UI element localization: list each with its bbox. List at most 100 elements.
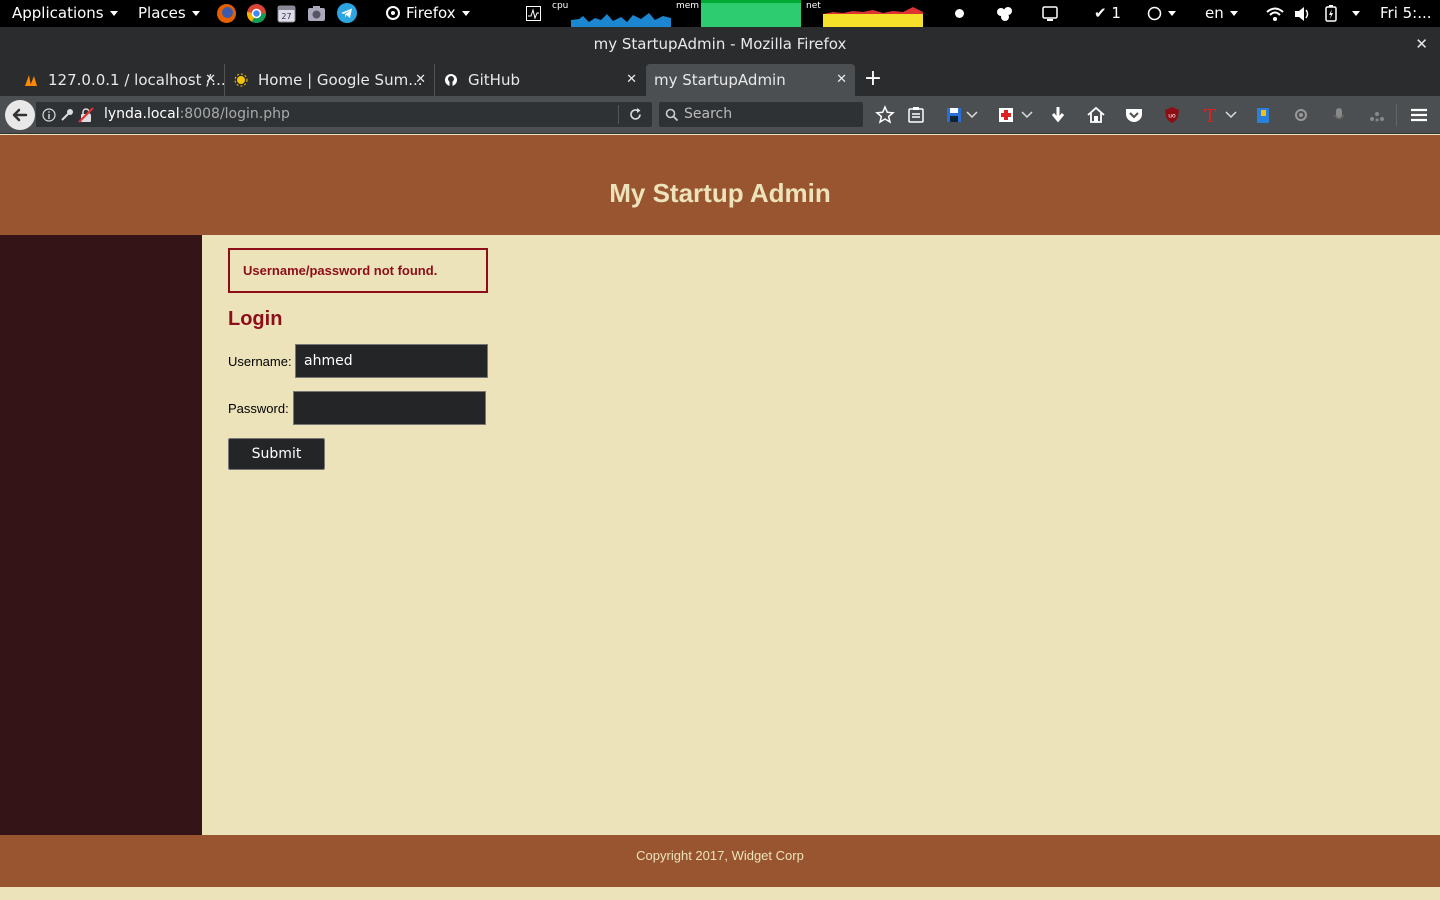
- volume-icon[interactable]: [1294, 6, 1312, 22]
- tab-google-sites[interactable]: Home | Google Sum... ✕: [226, 64, 435, 96]
- password-label: Password:: [228, 401, 289, 416]
- username-label: Username:: [228, 354, 292, 369]
- add-on-menu-chevron-icon[interactable]: [1020, 108, 1034, 122]
- net-label: net: [806, 1, 821, 11]
- tab-close-icon[interactable]: ✕: [626, 64, 637, 96]
- battery-icon[interactable]: [1325, 5, 1337, 22]
- github-favicon-icon: [445, 74, 457, 86]
- add-on-red-cross-icon[interactable]: [995, 104, 1017, 126]
- password-input[interactable]: [293, 391, 486, 425]
- chevron-down-icon: [191, 11, 200, 16]
- chevron-down-icon: [109, 11, 118, 16]
- error-message: Username/password not found.: [228, 248, 488, 293]
- reload-icon[interactable]: [628, 107, 643, 122]
- translate-t-icon[interactable]: T: [1199, 104, 1221, 126]
- updates-indicator[interactable]: ✔ 1: [1094, 0, 1121, 27]
- toolbar-divider: [1396, 104, 1397, 126]
- translate-menu-chevron-icon[interactable]: [1224, 108, 1238, 122]
- url-host: lynda.local: [104, 106, 180, 122]
- search-placeholder: Search: [684, 106, 733, 122]
- site-title: My Startup Admin: [609, 178, 831, 208]
- calendar-launcher-icon[interactable]: 27: [277, 4, 296, 23]
- svg-text:T: T: [1204, 106, 1216, 126]
- language-menu[interactable]: en: [1205, 0, 1238, 27]
- firefox-app-menu[interactable]: Firefox: [386, 0, 470, 27]
- chevron-down-icon: [461, 11, 470, 16]
- tab-close-icon[interactable]: ✕: [836, 64, 847, 96]
- status-menu[interactable]: [1147, 0, 1176, 27]
- updates-count: 1: [1111, 4, 1121, 22]
- url-text: lynda.local:8008/login.php: [104, 102, 290, 127]
- url-path: :8008/login.php: [179, 106, 290, 122]
- system-monitor-icon[interactable]: [526, 6, 541, 21]
- search-icon: [665, 108, 679, 122]
- cpu-graph: [571, 13, 671, 27]
- svg-text:27: 27: [281, 12, 291, 21]
- checkmark-icon: ✔: [1094, 4, 1107, 22]
- extension-gray-icon[interactable]: [1290, 104, 1312, 126]
- new-tab-button[interactable]: +: [863, 62, 883, 96]
- username-input[interactable]: [295, 344, 488, 378]
- tab-label: GitHub: [468, 71, 520, 89]
- tab-startupadmin[interactable]: my StartupAdmin ✕: [646, 64, 855, 96]
- save-page-menu-chevron-icon[interactable]: [965, 108, 979, 122]
- chrome-launcher-icon[interactable]: [246, 3, 267, 24]
- chevron-down-icon: [1229, 11, 1238, 16]
- mem-graph: [701, 0, 801, 27]
- chevron-down-icon: [1168, 11, 1176, 16]
- wifi-icon[interactable]: [1266, 6, 1284, 22]
- tab-close-icon[interactable]: ✕: [205, 64, 216, 96]
- home-icon[interactable]: [1085, 104, 1107, 126]
- insecure-lock-icon[interactable]: [78, 107, 94, 123]
- window-close-icon[interactable]: ✕: [1415, 27, 1428, 62]
- screen-icon[interactable]: [1042, 6, 1058, 22]
- firefox-app-label: Firefox: [406, 4, 456, 22]
- mem-label: mem: [676, 1, 700, 11]
- extension-book-icon[interactable]: [1252, 104, 1274, 126]
- firefox-launcher-icon[interactable]: [216, 3, 237, 24]
- applications-menu[interactable]: Applications: [12, 0, 118, 27]
- hamburger-menu-icon[interactable]: [1408, 104, 1430, 126]
- arrow-left-icon: [12, 108, 28, 122]
- pocket-icon[interactable]: [1123, 104, 1145, 126]
- places-menu[interactable]: Places: [138, 0, 200, 27]
- screenshot-launcher-icon[interactable]: [307, 4, 326, 23]
- phpmyadmin-favicon-icon: [25, 75, 37, 86]
- cpu-label: cpu: [552, 1, 569, 11]
- system-menu-chevron-icon[interactable]: [1352, 11, 1360, 16]
- search-bar[interactable]: Search: [659, 102, 863, 127]
- reading-list-icon[interactable]: [905, 104, 927, 126]
- chat-icon[interactable]: [996, 6, 1014, 22]
- page-content: My Startup Admin Username/password not f…: [0, 135, 1440, 900]
- tab-label: Home | Google Sum...: [258, 71, 423, 89]
- microphone-icon[interactable]: [1328, 104, 1350, 126]
- url-bar[interactable]: lynda.local:8008/login.php: [36, 102, 652, 127]
- clock[interactable]: Fri 5:...: [1380, 0, 1432, 27]
- sun-favicon-icon: [234, 73, 248, 87]
- tab-strip: 127.0.0.1 / localhost /... ✕ Home | Goog…: [0, 62, 1440, 96]
- firefox-icon: [386, 6, 400, 20]
- bookmark-star-icon[interactable]: [874, 104, 896, 126]
- download-arrow-icon[interactable]: [1047, 104, 1069, 126]
- ublock-shield-icon[interactable]: uo: [1161, 104, 1183, 126]
- save-page-icon[interactable]: [943, 104, 965, 126]
- copyright-text: Copyright 2017, Widget Corp: [636, 848, 804, 863]
- window-titlebar: my StartupAdmin - Mozilla Firefox ✕: [0, 27, 1440, 62]
- language-label: en: [1205, 4, 1224, 22]
- site-footer: Copyright 2017, Widget Corp: [0, 835, 1440, 887]
- back-button[interactable]: [5, 100, 35, 130]
- submit-button[interactable]: Submit: [228, 438, 325, 470]
- tab-github[interactable]: GitHub ✕: [436, 64, 645, 96]
- plus-icon: +: [863, 66, 883, 91]
- telegram-launcher-icon[interactable]: [336, 2, 358, 24]
- key-icon[interactable]: [60, 108, 74, 122]
- tab-close-icon[interactable]: ✕: [415, 64, 426, 96]
- info-icon[interactable]: [42, 108, 56, 122]
- main-content: Username/password not found. Login Usern…: [202, 235, 1440, 835]
- tab-label: my StartupAdmin: [654, 71, 786, 89]
- network-dots-icon[interactable]: [1366, 104, 1388, 126]
- record-icon[interactable]: [954, 8, 965, 19]
- tab-label: 127.0.0.1 / localhost /...: [48, 71, 225, 89]
- top-panel: Applications Places 27 Firefox cpu mem n…: [0, 0, 1440, 27]
- tab-phpmyadmin[interactable]: 127.0.0.1 / localhost /... ✕: [16, 64, 225, 96]
